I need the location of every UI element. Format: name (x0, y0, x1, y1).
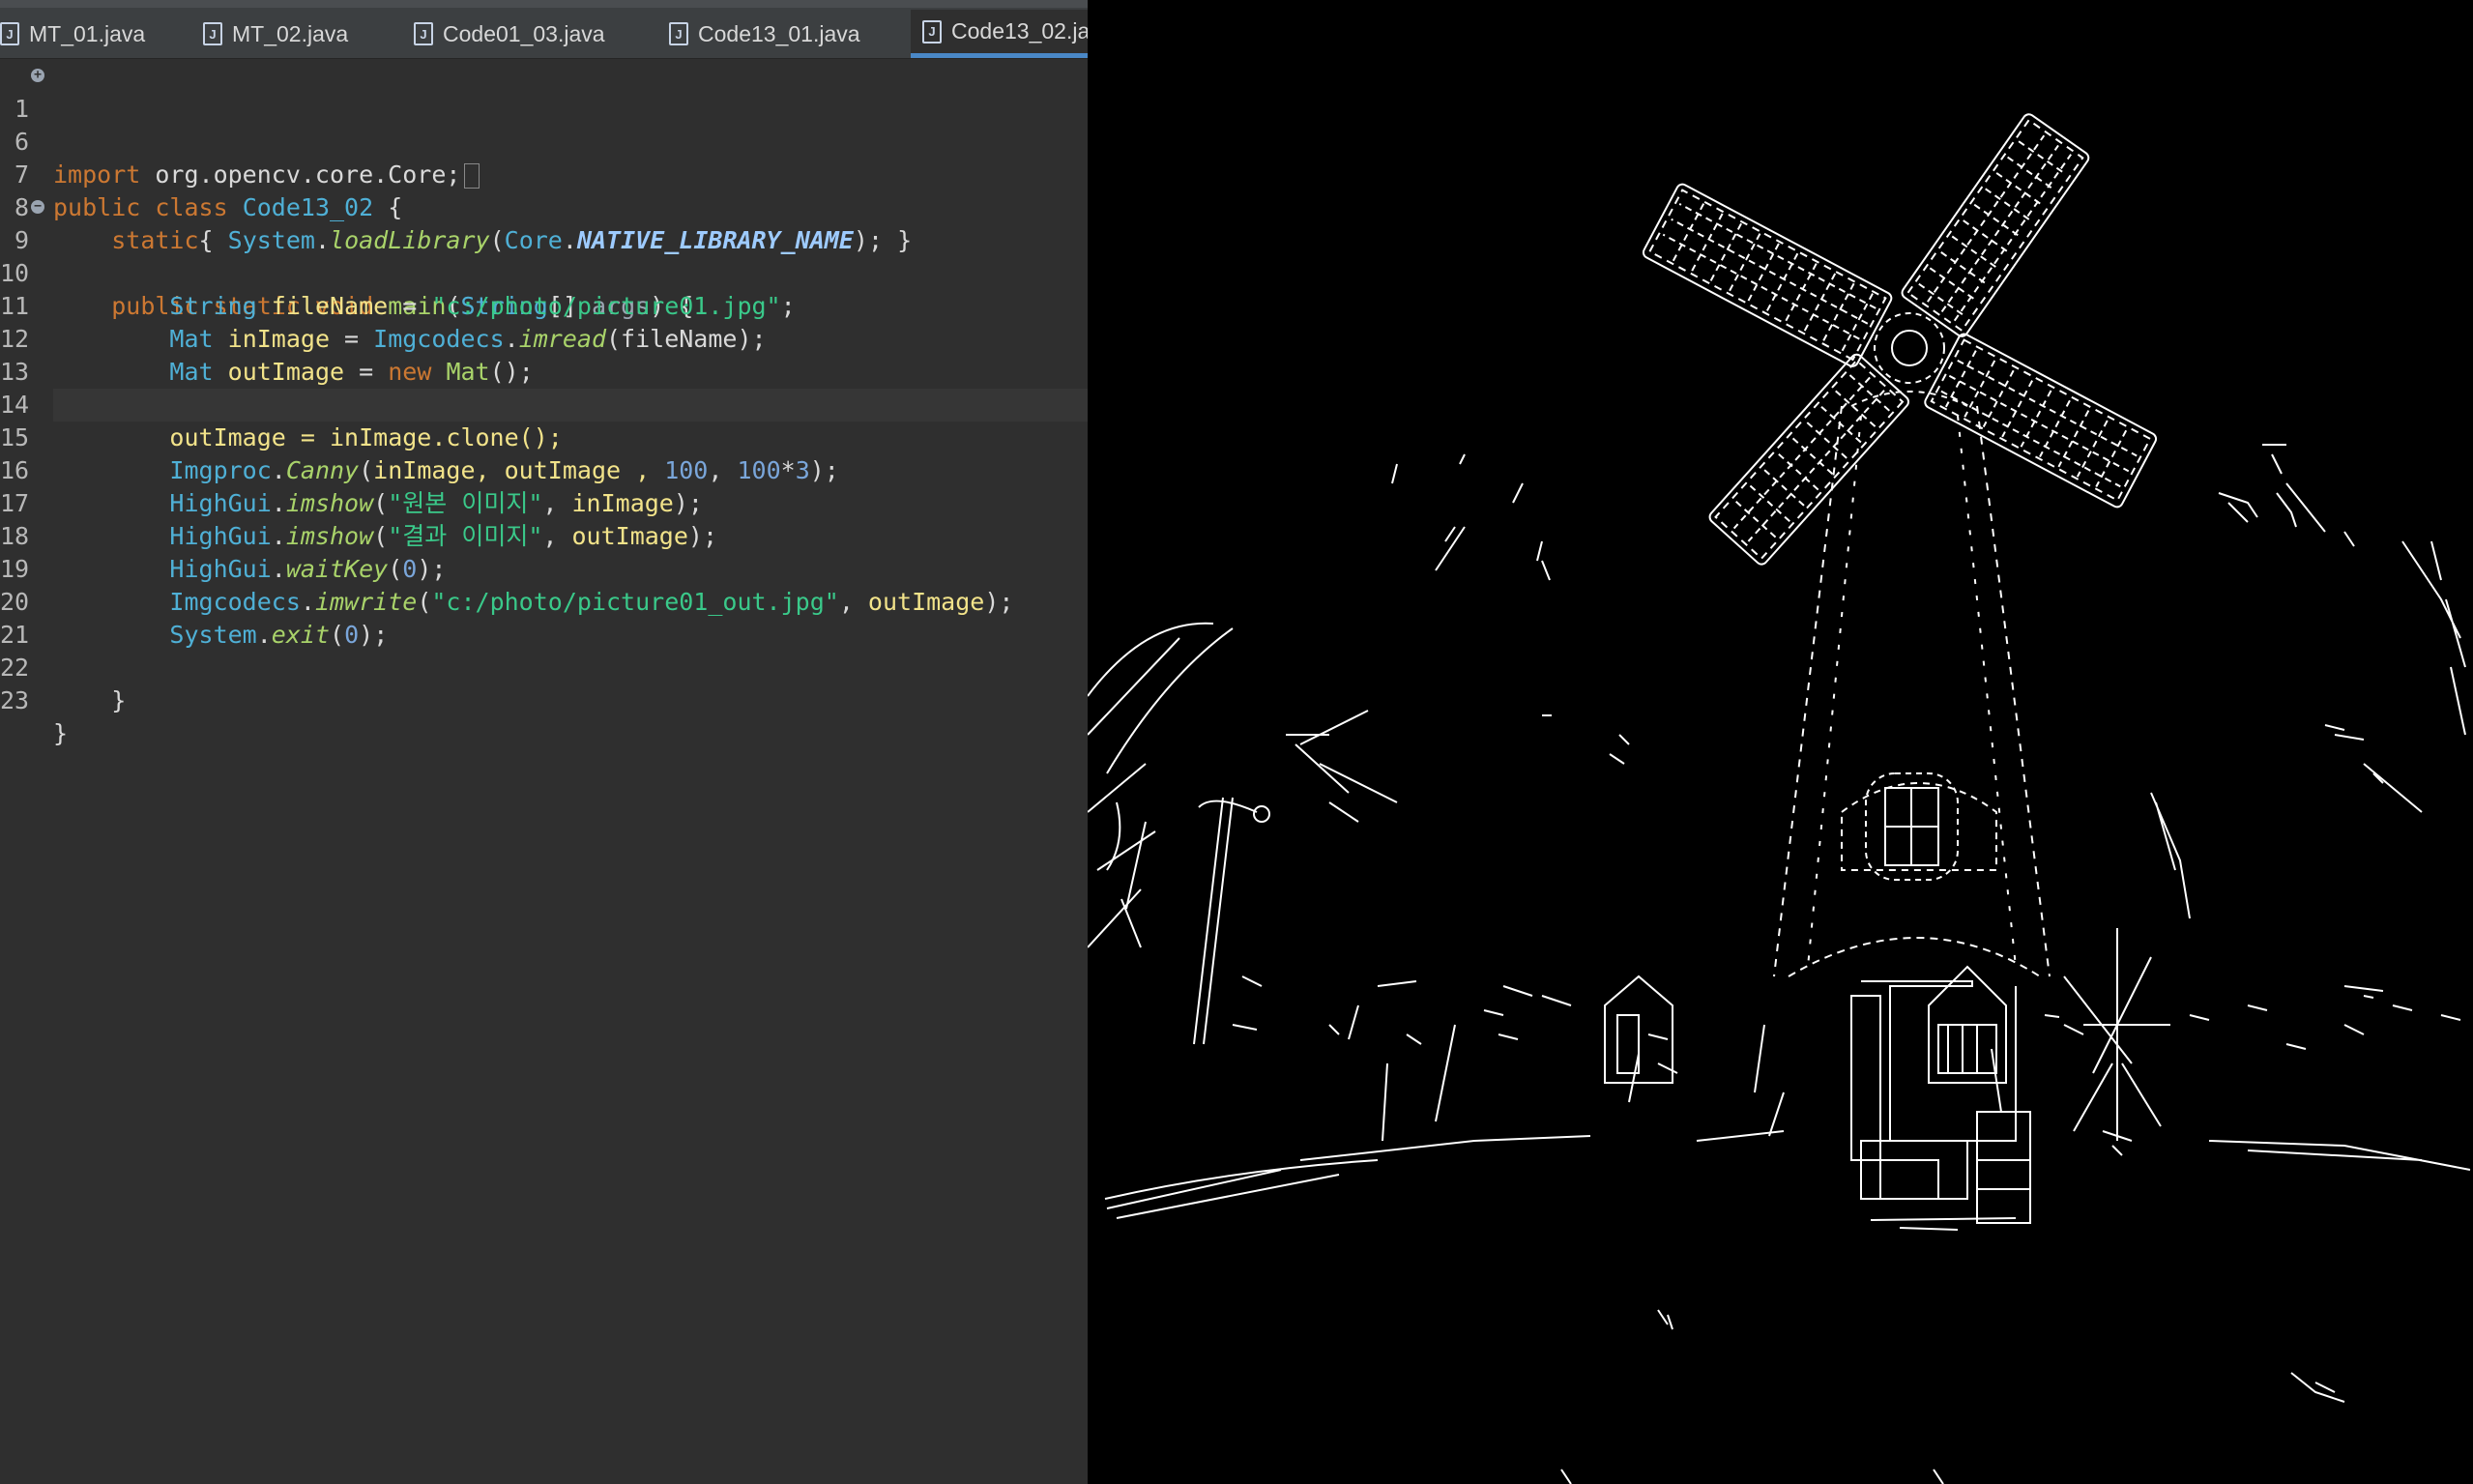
code-line[interactable]: 23 } (0, 652, 1088, 747)
java-file-icon: J (0, 22, 19, 45)
windmill-edges (1088, 113, 2471, 1484)
code-line[interactable]: 9 − public static void main(String[] arg… (0, 191, 1088, 321)
line-number: 14 (0, 391, 30, 419)
tab-mt02[interactable]: J MT_02.java (203, 10, 348, 58)
tab-label: MT_02.java (232, 20, 349, 46)
tab-code13-02[interactable]: J Code13_02.ja (911, 10, 1088, 58)
code-line[interactable]: 22 } (0, 619, 1088, 714)
code-line[interactable]: 1 + import org.opencv.core.Core; (0, 60, 1088, 189)
blade-upper-right (1901, 113, 2090, 337)
tab-code01-03[interactable]: J Code01_03.java (414, 10, 605, 58)
blade-upper-left (1642, 183, 1893, 367)
code-line[interactable]: 8 static{ System.loadLibrary(Core.NATIVE… (0, 159, 1088, 254)
java-file-icon: J (669, 22, 688, 45)
java-file-icon: J (922, 19, 942, 44)
canny-output-image-window (1088, 0, 2473, 1484)
code-line[interactable]: 21 (0, 586, 1088, 649)
tab-mt01[interactable]: J MT_01.java (0, 10, 145, 58)
code-line[interactable]: 16 HighGui.imshow("원본 이미지", inImage); (0, 422, 1088, 517)
code-line[interactable]: 19 Imgcodecs.imwrite("c:/photo/picture01… (0, 520, 1088, 616)
code-line[interactable]: 12 Mat outImage = new Mat(); (0, 290, 1088, 386)
line-number: 23 (0, 686, 30, 714)
code-editor[interactable]: J MT_01.java J MT_02.java J Code01_03.ja… (0, 0, 1088, 1484)
tab-label: Code13_02.ja (951, 18, 1088, 44)
code-line[interactable]: 20 System.exit(0); (0, 553, 1088, 649)
closing-brace: } (111, 686, 127, 714)
current-code-line[interactable]: 15 Imgproc.Canny(inImage, outImage , 100… (0, 389, 1088, 484)
expand-fold-icon[interactable]: + (31, 69, 44, 82)
edge-image (1088, 113, 2471, 1484)
tab-label: MT_01.java (29, 20, 146, 46)
blade-lower-right (1924, 333, 2158, 509)
code-line[interactable]: 11 Mat inImage = Imgcodecs.imread(fileNa… (0, 257, 1088, 353)
toolbar-strip (0, 0, 1088, 8)
java-file-icon: J (203, 22, 222, 45)
tab-code13-01[interactable]: J Code13_01.java (669, 10, 860, 58)
code-line[interactable]: 6 (0, 93, 1088, 156)
collapse-fold-icon[interactable]: − (31, 200, 44, 214)
code-line[interactable]: 18 HighGui.waitKey(0); (0, 487, 1088, 583)
tab-label: Code13_01.java (698, 20, 860, 46)
code-line[interactable]: 10 String fileName = "c:/photo/picture01… (0, 224, 1088, 320)
editor-tab-bar: J MT_01.java J MT_02.java J Code01_03.ja… (0, 0, 1088, 59)
java-file-icon: J (414, 22, 433, 45)
tab-label: Code01_03.java (443, 20, 605, 46)
code-line[interactable]: 7 public class Code13_02 { (0, 126, 1088, 221)
code-line[interactable]: 17 HighGui.imshow("결과 이미지", outImage); (0, 454, 1088, 550)
code-line[interactable]: 13 (0, 323, 1088, 386)
code-line[interactable]: 14 outImage = inImage.clone(); (0, 356, 1088, 451)
closing-brace: } (53, 719, 69, 747)
blade-lower-left (1708, 353, 1910, 566)
